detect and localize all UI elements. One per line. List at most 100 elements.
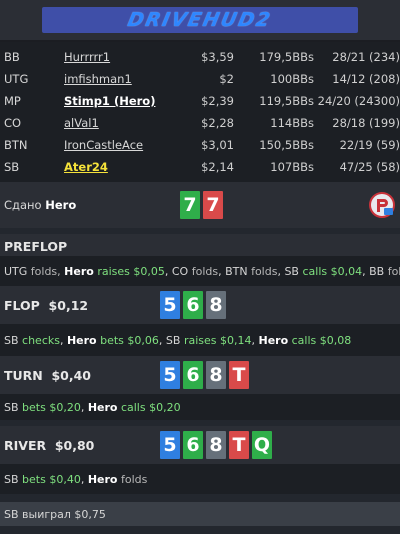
action-verb: folds, bbox=[27, 264, 65, 278]
player-bbs: 179,5BBs bbox=[259, 50, 314, 64]
player-name-link[interactable]: imfishman1 bbox=[64, 72, 184, 86]
action-verb: calls $0,20 bbox=[117, 400, 181, 414]
player-name-link[interactable]: Hurrrrr1 bbox=[64, 50, 184, 64]
card-spades: 8 bbox=[206, 291, 226, 319]
action-text: , bbox=[80, 400, 88, 414]
action-hero: Hero bbox=[258, 333, 289, 347]
action-text: , SB bbox=[277, 264, 303, 278]
player-bbs: 119,5BBs bbox=[259, 94, 314, 108]
card-diamonds: 5 bbox=[160, 291, 180, 319]
dealt-label: Сдано Hero bbox=[0, 198, 180, 212]
action-hero: Hero bbox=[66, 333, 97, 347]
card-clubs: 7 bbox=[180, 191, 200, 219]
player-row-hero: MP Stimp1 (Hero) $2,39 119,5BBs 24/20 (2… bbox=[0, 90, 400, 112]
drivehud-logo: DRIVEHUD2 bbox=[42, 7, 358, 33]
action-hero: Hero bbox=[87, 400, 118, 414]
hero-dealt-row: Сдано Hero 7 7 bbox=[0, 182, 400, 228]
action-text: SB bbox=[4, 472, 23, 486]
action-verb: bets $0,20 bbox=[22, 400, 81, 414]
hole-cards: 7 7 bbox=[180, 191, 223, 219]
result-row: SB выиграл $0,75 bbox=[0, 502, 400, 526]
action-verb: calls $0,08 bbox=[288, 333, 352, 347]
preflop-actions: UTG folds, Hero raises $0,05 , CO folds … bbox=[0, 256, 400, 286]
drivehud-icon[interactable] bbox=[368, 191, 396, 219]
action-text: , bbox=[80, 472, 88, 486]
card-clubs: 6 bbox=[183, 291, 203, 319]
action-hero: Hero bbox=[64, 264, 94, 278]
action-verb: bets $0,40 bbox=[22, 472, 81, 486]
player-position: UTG bbox=[4, 72, 29, 86]
player-row: BB Hurrrrr1 $3,59 179,5BBs 28/21 (234) bbox=[0, 46, 400, 68]
player-stack: $3,01 bbox=[201, 138, 234, 152]
action-text: , SB bbox=[158, 333, 184, 347]
card-spades: 8 bbox=[206, 431, 226, 459]
player-stack: $2,39 bbox=[201, 94, 234, 108]
street-river: RIVER $0,80 5 6 8 T Q bbox=[0, 426, 400, 464]
action-verb: raises $0,14 bbox=[183, 333, 252, 347]
player-position: CO bbox=[4, 116, 22, 130]
action-text: , bbox=[251, 333, 259, 347]
logo-text: DRIVEHUD2 bbox=[125, 9, 275, 31]
player-stats: 14/12 (208) bbox=[332, 72, 400, 86]
card-diamonds: 5 bbox=[160, 431, 180, 459]
card-clubs: 6 bbox=[183, 431, 203, 459]
action-text: , BTN bbox=[218, 264, 252, 278]
player-name-link[interactable]: IronCastleAce bbox=[64, 138, 184, 152]
action-verb: calls $0,04 bbox=[302, 264, 363, 278]
player-row: BTN IronCastleAce $3,01 150,5BBs 22/19 (… bbox=[0, 134, 400, 156]
player-stack: $2,14 bbox=[201, 160, 234, 174]
street-flop: FLOP $0,12 5 6 8 bbox=[0, 286, 400, 324]
action-verb: folds bbox=[117, 472, 148, 486]
player-position: SB bbox=[4, 160, 20, 174]
app-header: DRIVEHUD2 bbox=[0, 0, 400, 42]
player-stats: 47/25 (58) bbox=[339, 160, 400, 174]
player-bbs: 107BBs bbox=[270, 160, 314, 174]
action-verb: folds bbox=[191, 264, 219, 278]
street-turn: TURN $0,40 5 6 8 T bbox=[0, 356, 400, 394]
player-position: BTN bbox=[4, 138, 28, 152]
street-preflop: PREFLOP bbox=[0, 234, 400, 256]
player-name-link[interactable]: Stimp1 (Hero) bbox=[64, 94, 184, 108]
player-stats: 28/21 (234) bbox=[332, 50, 400, 64]
dealt-hero: Hero bbox=[45, 198, 77, 212]
player-stats: 24/20 (24300) bbox=[317, 94, 400, 108]
player-stats: 28/18 (199) bbox=[332, 116, 400, 130]
players-table: BB Hurrrrr1 $3,59 179,5BBs 28/21 (234) U… bbox=[0, 42, 400, 182]
card-hearts: 7 bbox=[203, 191, 223, 219]
action-text: SB bbox=[4, 333, 23, 347]
street-label: RIVER $0,80 bbox=[4, 437, 95, 453]
player-row-winner: SB Ater24 $2,14 107BBs 47/25 (58) bbox=[0, 156, 400, 178]
action-text: UTG bbox=[4, 264, 28, 278]
player-bbs: 114BBs bbox=[270, 116, 314, 130]
flop-actions: SB checks , Hero bets $0,06 , SB raises … bbox=[0, 324, 400, 356]
card-diamonds: 5 bbox=[160, 361, 180, 389]
action-verb: folds bbox=[387, 264, 400, 278]
action-verb: bets $0,06 bbox=[96, 333, 159, 347]
player-stack: $2 bbox=[219, 72, 234, 86]
action-verb: checks bbox=[22, 333, 60, 347]
player-bbs: 150,5BBs bbox=[259, 138, 314, 152]
result-text: SB выиграл $0,75 bbox=[4, 507, 106, 521]
player-stack: $3,59 bbox=[201, 50, 234, 64]
street-label: PREFLOP bbox=[4, 239, 68, 254]
action-text: SB bbox=[4, 400, 23, 414]
player-bbs: 100BBs bbox=[270, 72, 314, 86]
card-hearts: T bbox=[229, 361, 249, 389]
dealt-prefix: Сдано bbox=[4, 198, 42, 212]
turn-actions: SB bets $0,20 , Hero calls $0,20 bbox=[0, 394, 400, 420]
action-verb: raises $0,05 bbox=[93, 264, 165, 278]
action-text: , CO bbox=[164, 264, 192, 278]
board-cards: 5 6 8 bbox=[160, 291, 226, 319]
card-spades: 8 bbox=[206, 361, 226, 389]
player-position: MP bbox=[4, 94, 21, 108]
player-stack: $2,28 bbox=[201, 116, 234, 130]
player-row: UTG imfishman1 $2 100BBs 14/12 (208) bbox=[0, 68, 400, 90]
board-cards: 5 6 8 T bbox=[160, 361, 249, 389]
player-name-link[interactable]: alVal1 bbox=[64, 116, 184, 130]
card-clubs: 6 bbox=[183, 361, 203, 389]
player-row: CO alVal1 $2,28 114BBs 28/18 (199) bbox=[0, 112, 400, 134]
street-label: FLOP $0,12 bbox=[4, 297, 89, 313]
action-text: , bbox=[59, 333, 67, 347]
player-stats: 22/19 (59) bbox=[339, 138, 400, 152]
player-name-link[interactable]: Ater24 bbox=[64, 160, 184, 174]
